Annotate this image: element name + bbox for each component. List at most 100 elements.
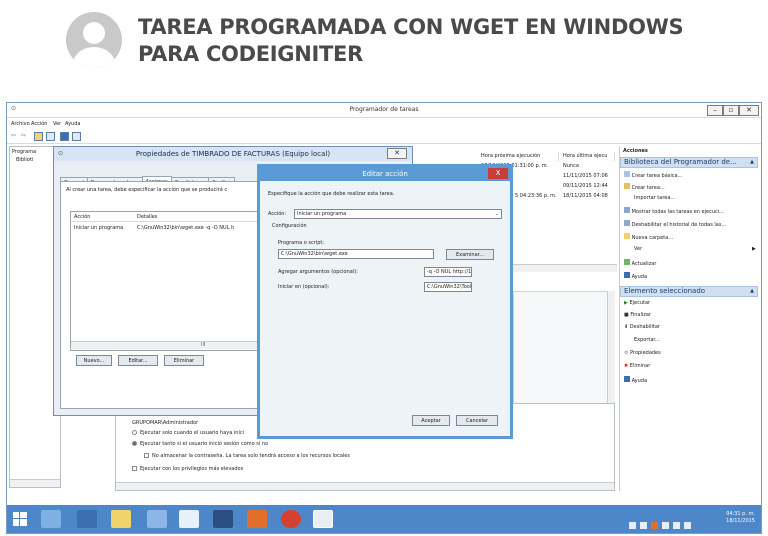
- section-library[interactable]: Biblioteca del Programador de... ▲: [620, 157, 758, 168]
- cancel-button[interactable]: Cancelar: [456, 415, 498, 426]
- action-show-running[interactable]: Mostrar todas las tareas en ejecuci...: [624, 207, 724, 215]
- task-cell: 11/11/2015 07:06: [563, 173, 608, 179]
- action-new-folder[interactable]: Nueva carpeta...: [624, 233, 673, 241]
- task-cell: 09/11/2015 12:44: [563, 183, 608, 189]
- tree-item-programador[interactable]: Programa: [12, 149, 36, 155]
- chrome-icon[interactable]: [281, 510, 301, 528]
- xampp-icon[interactable]: [247, 510, 267, 528]
- edit-close-button[interactable]: X: [488, 168, 508, 179]
- action-help[interactable]: Ayuda: [624, 272, 647, 280]
- app-icon-2[interactable]: [179, 510, 199, 528]
- start-in-label: Iniciar en (opcional):: [278, 284, 330, 290]
- config-label: Configuración: [272, 223, 307, 229]
- column-next-run[interactable]: Hora próxima ejecución: [479, 152, 559, 161]
- action-disable-history[interactable]: Deshabilitar el historial de todas las..…: [624, 220, 726, 228]
- action-import[interactable]: Importar tarea...: [634, 195, 675, 201]
- arguments-label: Agregar argumentos (opcional):: [278, 269, 358, 275]
- action-view[interactable]: Ver ▶: [634, 246, 756, 252]
- properties-tabs: GeneralDesencadenadoresAccionesCondicion…: [60, 169, 236, 188]
- powershell-icon[interactable]: [77, 510, 97, 528]
- list-icon: [624, 207, 630, 213]
- close-button[interactable]: ✕: [739, 105, 759, 116]
- stop-icon: ■: [624, 312, 629, 318]
- task-icon: [624, 171, 630, 177]
- action-properties[interactable]: ⚙ Propiedades: [624, 350, 661, 356]
- details-panel: [513, 291, 609, 421]
- option-run-whether-logged[interactable]: Ejecutar tanto si el usuario inició sesi…: [132, 441, 268, 447]
- tree-item-biblioteca[interactable]: Biblioti: [16, 157, 33, 163]
- task-list-scrollbar[interactable]: [513, 264, 617, 272]
- menu-accion[interactable]: Acción: [31, 121, 47, 127]
- edit-intro: Especifique la acción que debe realizar …: [268, 191, 395, 197]
- action-row-details[interactable]: C:\GnuWin32\bin\wget.exe -q -O NUL h: [137, 225, 234, 231]
- column-action[interactable]: Acción: [74, 214, 90, 220]
- action-select[interactable]: Iniciar un programa ⌄: [294, 209, 502, 219]
- ok-button[interactable]: Aceptar: [412, 415, 450, 426]
- minimize-button[interactable]: –: [707, 105, 723, 116]
- collapse-icon: ▲: [750, 288, 754, 294]
- action-end[interactable]: ■ Finalizar: [624, 312, 651, 318]
- list-header-divider: [71, 221, 259, 222]
- action-help-2[interactable]: Ayuda: [624, 376, 647, 384]
- show-pane-icon[interactable]: [46, 132, 55, 141]
- section-selected-item[interactable]: Elemento seleccionado ▲: [620, 286, 758, 297]
- actions-list-scrollbar[interactable]: III: [71, 341, 259, 349]
- actions-intro: Al crear una tarea, debe especificar la …: [66, 187, 228, 193]
- app-icon-1[interactable]: [147, 510, 167, 528]
- browse-button[interactable]: Examinar...: [446, 249, 494, 260]
- folder-icon[interactable]: [34, 132, 43, 141]
- column-last-run[interactable]: Hora última ejecu: [561, 152, 615, 161]
- action-run[interactable]: ▶ Ejecutar: [624, 300, 650, 306]
- windows-start-icon[interactable]: [13, 511, 27, 526]
- menu-ayuda[interactable]: Ayuda: [65, 121, 80, 127]
- option-no-password[interactable]: No almacenar la contraseña. La tarea sol…: [144, 453, 350, 459]
- refresh-icon: [624, 259, 630, 265]
- lower-scrollbar[interactable]: [116, 482, 614, 490]
- scroll-thumb[interactable]: III: [201, 342, 205, 348]
- option-highest-privileges[interactable]: Ejecutar con los privilegios más elevado…: [132, 466, 243, 472]
- action-export[interactable]: Exportar...: [634, 337, 660, 343]
- menu-ver[interactable]: Ver: [53, 121, 61, 127]
- action-create-basic[interactable]: Crear tarea básica...: [624, 171, 682, 179]
- server-manager-icon[interactable]: [41, 510, 61, 528]
- task-scheduler-screenshot: ⊙ Programador de tareas – ▫ ✕ Archivo Ac…: [6, 102, 762, 534]
- app-icon-3[interactable]: [213, 510, 233, 528]
- action-row-type[interactable]: Iniciar un programa: [74, 225, 123, 231]
- task-cell: 18/11/2015 04:08: [563, 193, 608, 199]
- maximize-button[interactable]: ▫: [723, 105, 739, 116]
- help-icon[interactable]: [60, 132, 69, 141]
- edit-action-button[interactable]: Editar...: [118, 355, 158, 366]
- task-cell: 5 04:23:36 p. m.: [515, 193, 557, 199]
- post-title-line-2: PARA CODEIGNITER: [138, 42, 363, 66]
- action-create-task[interactable]: Crear tarea...: [624, 183, 665, 191]
- toolbar: ⇦ ⇨: [7, 130, 761, 144]
- explorer-icon[interactable]: [111, 510, 131, 528]
- actions-list: Acción Detalles Iniciar un programa C:\G…: [70, 211, 260, 351]
- properties-titlebar: ⊙ Propiedades de TIMBRADO DE FACTURAS (E…: [54, 147, 412, 161]
- option-run-logged-on[interactable]: Ejecutar solo cuando el usuario haya ini…: [132, 430, 244, 436]
- program-input[interactable]: C:\GnuWin32\bin\wget.exe: [278, 249, 434, 259]
- action-disable[interactable]: ⬇ Deshabilitar: [624, 324, 660, 330]
- back-arrow-icon[interactable]: ⇦: [11, 132, 16, 139]
- action-delete[interactable]: ✖ Eliminar: [624, 363, 650, 369]
- edit-action-dialog: Editar acción X Especifique la acción qu…: [257, 164, 513, 439]
- delete-action-button[interactable]: Eliminar: [164, 355, 204, 366]
- forward-arrow-icon[interactable]: ⇨: [21, 132, 26, 139]
- start-in-input[interactable]: C:\GnuWin32\Tools\gnu: [424, 282, 472, 292]
- program-label: Programa o script:: [278, 240, 325, 246]
- new-action-button[interactable]: Nuevo...: [76, 355, 112, 366]
- properties-title: Propiedades de TIMBRADO DE FACTURAS (Equ…: [135, 150, 331, 158]
- collapse-icon: ▲: [750, 159, 754, 165]
- console-icon[interactable]: [72, 132, 81, 141]
- menu-archivo[interactable]: Archivo: [11, 121, 30, 127]
- clock[interactable]: 04:31 p. m. 18/11/2015: [697, 511, 755, 525]
- task-scheduler-icon[interactable]: [313, 510, 333, 528]
- task-icon: [624, 183, 630, 189]
- delete-x-icon: ✖: [624, 363, 629, 369]
- column-details[interactable]: Detalles: [137, 214, 157, 220]
- action-refresh[interactable]: Actualizar: [624, 259, 656, 267]
- tree-scrollbar[interactable]: [10, 479, 60, 487]
- arguments-input[interactable]: -q -O NUL http://127.0.0: [424, 267, 472, 277]
- actions-header: Acciones: [623, 148, 648, 154]
- properties-close-button[interactable]: ✕: [387, 148, 407, 159]
